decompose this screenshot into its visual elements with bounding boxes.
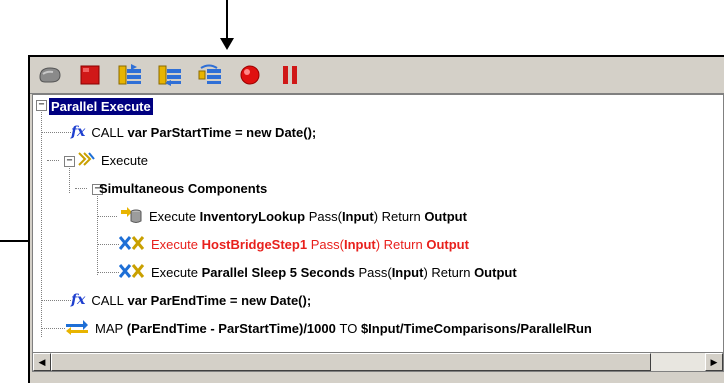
pause-icon[interactable] [276,61,304,89]
execute-label: Execute [101,152,148,168]
tree-node-call-start[interactable]: fx CALL var ParStartTime = new Date(); [71,121,316,143]
function-icon: fx [71,292,86,308]
return-word: Return [381,208,421,224]
debugger-window: − − − Parallel Execute fx CALL var ParSt… [28,55,724,383]
return-word: Return [383,236,423,252]
execute-icon [77,151,95,170]
step-into-icon[interactable] [116,61,144,89]
scroll-thumb[interactable] [51,353,651,371]
output-word: Output [426,236,469,252]
map-icon [65,319,89,338]
input-word: Input [341,208,374,224]
pass-word: Pass [310,236,340,252]
collapse-execute-icon[interactable]: − [64,156,75,167]
map-expression: (ParEndTime - ParStartTime)/1000 [126,320,336,336]
call-keyword: CALL [91,124,124,140]
parallel-step-icon [118,235,145,253]
step-out-icon[interactable] [156,61,184,89]
step-over-icon[interactable] [196,61,224,89]
horizontal-scrollbar[interactable]: ◀ ▶ [32,352,724,372]
call-code: var ParEndTime = new Date(); [127,292,312,308]
map-keyword: MAP [95,320,124,336]
parallel-step-icon [118,263,145,281]
function-icon: fx [71,124,86,140]
call-keyword: CALL [91,292,124,308]
output-word: Output [424,208,467,224]
output-word: Output [474,264,517,280]
pass-word: Pass [308,208,338,224]
tree-node-call-end[interactable]: fx CALL var ParEndTime = new Date(); [71,289,311,311]
tree-node-hostbridge-step[interactable]: Execute HostBridgeStep1 Pass(Input) Retu… [118,233,469,255]
tree-node-execute[interactable]: Execute [77,149,148,171]
step-name: Parallel Sleep 5 Seconds [201,264,355,280]
go-icon[interactable] [36,61,64,89]
execute-word: Execute [149,208,196,224]
execution-tree: − − − Parallel Execute fx CALL var ParSt… [32,94,724,353]
return-word: Return [431,264,471,280]
stop-icon[interactable] [76,61,104,89]
database-step-icon [119,206,143,227]
root-label: Parallel Execute [49,97,153,115]
call-code: var ParStartTime = new Date(); [127,124,317,140]
input-word: Input [391,264,424,280]
step-name: InventoryLookup [199,208,306,224]
input-word: Input [343,236,376,252]
tree-node-map[interactable]: MAP (ParEndTime - ParStartTime)/1000 TO … [65,317,592,339]
tree-node-simultaneous[interactable]: Simultaneous Components [99,177,267,199]
execute-word: Execute [151,236,198,252]
collapse-root-icon[interactable]: − [36,100,47,111]
execute-word: Execute [151,264,198,280]
debug-toolbar [30,57,724,94]
breakpoint-icon[interactable] [236,61,264,89]
tree-node-inventory-lookup[interactable]: Execute InventoryLookup Pass(Input) Retu… [119,205,467,227]
map-target: $Input/TimeComparisons/ParallelRun [360,320,592,336]
to-keyword: TO [339,320,358,336]
pass-word: Pass [358,264,388,280]
scroll-right-button[interactable]: ▶ [705,353,723,371]
simultaneous-label: Simultaneous Components [99,180,268,196]
step-name: HostBridgeStep1 [201,236,308,252]
tree-node-parallel-sleep[interactable]: Execute Parallel Sleep 5 Seconds Pass(In… [118,261,517,283]
tree-node-root[interactable]: Parallel Execute [49,95,153,117]
scroll-left-button[interactable]: ◀ [33,353,51,371]
